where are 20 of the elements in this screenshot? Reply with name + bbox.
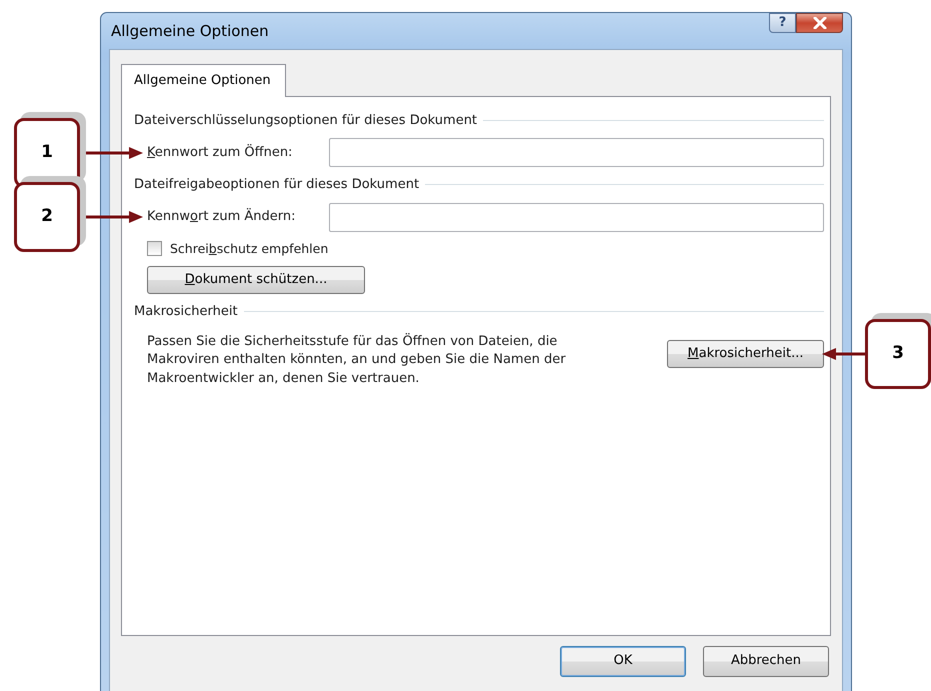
section-heading: Dateifreigabeoptionen für dieses Dokument — [134, 176, 420, 194]
password-field[interactable] — [329, 138, 824, 167]
checkbox-label: Schreibschutz empfehlen — [170, 240, 328, 258]
field-label: Kennwort zum Öffnen: — [147, 143, 294, 162]
description-text: Passen Sie die Sicherheitsstufe für das Öffnen von Dateien, die Makroviren enthalten könnten, an und geben Sie die Namen der Makroentwickler an, denen Sie vertrauen. — [147, 333, 567, 388]
protect-button[interactable]: Dokument schützen... — [147, 266, 365, 294]
password-field[interactable] — [329, 202, 824, 232]
section-heading: Dateiverschlüsselungsoptionen für dieses Dokument — [134, 112, 478, 130]
close-icon — [812, 17, 826, 29]
field-label: Kennwort zum Ändern: — [147, 207, 297, 226]
dialog-button[interactable]: Abbrechen — [703, 646, 829, 676]
checkbox[interactable] — [147, 241, 162, 256]
close-button[interactable] — [796, 13, 843, 33]
help-button[interactable]: ? — [769, 13, 796, 33]
window-title: Allgemeine Optionen — [110, 20, 269, 42]
section-heading: Makrosicherheit — [134, 302, 238, 321]
dialog-button[interactable]: OK — [560, 646, 686, 676]
callout-arrow — [822, 347, 865, 361]
macro-security-button[interactable]: Makrosicherheit... — [667, 340, 824, 368]
tab[interactable]: Allgemeine Optionen — [121, 64, 286, 96]
